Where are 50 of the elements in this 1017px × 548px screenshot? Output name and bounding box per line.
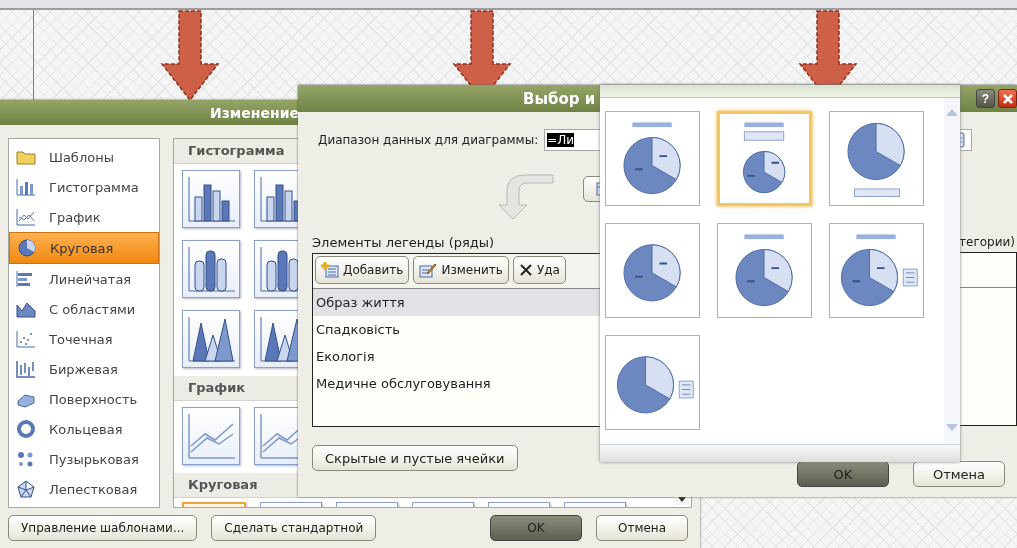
close-button[interactable] — [998, 89, 1017, 108]
chart-type-item[interactable]: Биржевая — [9, 354, 159, 384]
chart-type-item[interactable]: Точечная — [9, 324, 159, 354]
chart-type-item[interactable]: Линейчатая — [9, 264, 159, 294]
chart-type-item[interactable]: Пузырьковая — [9, 444, 159, 474]
column-chart-thumbnail[interactable] — [182, 310, 240, 368]
pie-layout-thumbnail[interactable] — [829, 111, 924, 206]
chart-type-item[interactable]: Поверхность — [9, 384, 159, 414]
window-title: Изменение — [210, 104, 299, 121]
close-icon — [1001, 92, 1014, 105]
edit-button[interactable]: Изменить — [413, 256, 509, 284]
chart-type-item[interactable]: График — [9, 202, 159, 232]
pie-layout-thumbnail[interactable] — [717, 223, 812, 318]
window-title: Выбор и — [523, 89, 596, 108]
radar-chart-icon — [15, 479, 37, 499]
pie-layout-thumbnail[interactable] — [605, 335, 700, 430]
delete-button[interactable]: Уда — [512, 256, 566, 284]
edit-icon — [419, 262, 438, 278]
column-chart-thumbnail[interactable] — [182, 240, 240, 298]
scatter-chart-icon — [15, 329, 37, 349]
dialog-button[interactable]: Сделать стандартной — [211, 515, 377, 541]
add-list-icon — [321, 262, 339, 278]
donut-chart-icon — [15, 419, 37, 439]
chart-type-item[interactable]: Гистограмма — [9, 172, 159, 202]
bar-chart-icon — [15, 177, 37, 197]
chart-type-item[interactable]: Шаблоны — [9, 142, 159, 172]
add-button[interactable]: Добавить — [315, 256, 410, 284]
categories-label: тегории) — [958, 235, 1016, 249]
ok-button[interactable]: OK — [490, 515, 582, 541]
line-chart-thumbnail[interactable] — [182, 407, 240, 465]
pie-layout-thumbnail[interactable] — [829, 223, 924, 318]
chart-type-item[interactable]: Круговая — [9, 232, 159, 264]
dialog-button[interactable]: Управление шаблонами... — [8, 515, 198, 541]
stock-chart-icon — [15, 359, 37, 379]
pie-chart-icon — [16, 238, 38, 258]
pie-layout-thumbnail[interactable] — [605, 223, 700, 318]
cancel-button[interactable]: Отмена — [913, 461, 1005, 487]
range-value: =Ли — [547, 133, 575, 147]
chart-type-item[interactable]: Кольцевая — [9, 414, 159, 444]
pie-layout-thumbnail[interactable] — [717, 111, 812, 206]
legend-label: Элементы легенды (ряды) — [312, 235, 496, 250]
chart-type-item[interactable]: С областями — [9, 294, 159, 324]
pie-layout-thumbnail[interactable] — [605, 111, 700, 206]
cancel-button[interactable]: Отмена — [596, 515, 688, 541]
line-chart-icon — [15, 207, 37, 227]
hidden-cells-button[interactable]: Скрытые и пустые ячейки — [312, 445, 518, 471]
column-chart-thumbnail[interactable] — [182, 170, 240, 228]
chart-type-item[interactable]: Лепестковая — [9, 474, 159, 504]
help-button[interactable]: ? — [976, 89, 995, 108]
delete-icon — [518, 263, 533, 277]
